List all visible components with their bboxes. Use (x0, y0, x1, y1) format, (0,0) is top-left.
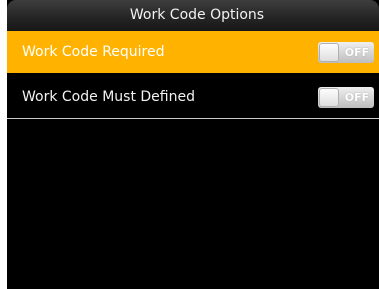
toggle-knob (319, 43, 339, 62)
option-label: Work Code Required (22, 44, 165, 60)
option-work-code-must-defined[interactable]: Work Code Must Defined OFF (7, 76, 379, 119)
toggle-knob (319, 88, 339, 107)
page-title: Work Code Options (129, 7, 265, 23)
work-code-required-toggle[interactable]: OFF (318, 42, 374, 63)
toggle-state-label: OFF (344, 91, 370, 104)
work-code-must-defined-toggle[interactable]: OFF (318, 87, 374, 108)
option-work-code-required[interactable]: Work Code Required OFF (7, 31, 379, 73)
device-screen: Work Code Options Work Code Required OFF… (7, 0, 379, 289)
option-label: Work Code Must Defined (22, 89, 195, 105)
title-bar: Work Code Options (7, 0, 379, 31)
toggle-state-label: OFF (344, 46, 370, 59)
